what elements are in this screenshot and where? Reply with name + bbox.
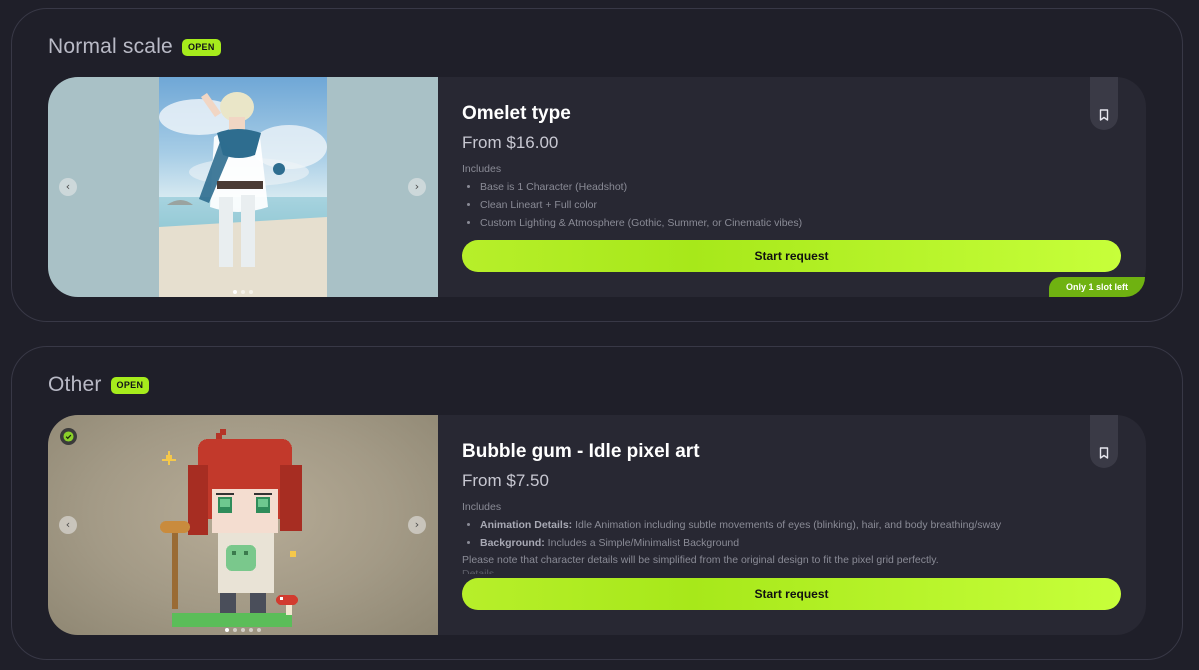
- carousel-next-button[interactable]: ›: [408, 516, 426, 534]
- image-carousel[interactable]: ‹ ›: [48, 415, 438, 635]
- list-item-label: Background:: [480, 537, 545, 549]
- artwork-image: [159, 77, 327, 297]
- commission-section-other: Other OPEN ‹ › Bubble gum - Idle pixel a…: [11, 346, 1183, 660]
- includes-label: Includes: [462, 163, 502, 175]
- carousel-dot[interactable]: [249, 628, 253, 632]
- includes-label: Includes: [462, 501, 502, 513]
- list-item: Background: Includes a Simple/Minimalist…: [480, 534, 1122, 552]
- list-item: Animation Details: Idle Animation includ…: [480, 516, 1122, 534]
- includes-list: Animation Details: Idle Animation includ…: [462, 516, 1122, 552]
- carousel-dots: [225, 628, 261, 632]
- commission-card: ‹ › Omelet type From $16.00 Includes Bas…: [48, 77, 1146, 297]
- card-details: Bubble gum - Idle pixel art From $7.50 I…: [462, 441, 1122, 574]
- list-item: Base is 1 Character (Headshot): [480, 178, 1122, 196]
- start-request-button[interactable]: Start request: [462, 578, 1121, 610]
- section-header: Other OPEN: [48, 373, 150, 397]
- carousel-dot[interactable]: [241, 290, 245, 294]
- includes-list: Base is 1 Character (Headshot) Clean Lin…: [462, 178, 1122, 232]
- commission-card: ‹ › Bubble gum - Idle pixel art From $7.…: [48, 415, 1146, 635]
- carousel-dot[interactable]: [249, 290, 253, 294]
- artwork-image: [158, 425, 328, 635]
- list-item-text: Idle Animation including subtle movement…: [572, 519, 1002, 531]
- card-price: From $7.50: [462, 471, 549, 490]
- list-item: Custom Lighting & Atmosphere (Gothic, Su…: [480, 214, 1122, 232]
- verified-check-icon: [60, 428, 77, 445]
- pixel-note: Please note that character details will …: [462, 554, 939, 566]
- section-title: Normal scale: [48, 35, 173, 58]
- carousel-dot[interactable]: [241, 628, 245, 632]
- card-details: Omelet type From $16.00 Includes Base is…: [462, 103, 1122, 232]
- carousel-dot[interactable]: [257, 628, 261, 632]
- card-title: Omelet type: [462, 103, 571, 124]
- details-truncated: Details: [462, 568, 495, 574]
- carousel-dot[interactable]: [225, 628, 229, 632]
- list-item-text: Includes a Simple/Minimalist Background: [544, 537, 740, 549]
- status-badge: OPEN: [110, 376, 150, 394]
- carousel-next-button[interactable]: ›: [408, 178, 426, 196]
- start-request-button[interactable]: Start request: [462, 240, 1121, 272]
- card-price: From $16.00: [462, 133, 559, 152]
- status-badge: OPEN: [181, 38, 221, 56]
- list-item-label: Animation Details:: [480, 519, 573, 531]
- slot-availability-badge: Only 1 slot left: [1049, 277, 1145, 297]
- carousel-dot[interactable]: [233, 290, 237, 294]
- carousel-prev-button[interactable]: ‹: [59, 516, 77, 534]
- card-title: Bubble gum - Idle pixel art: [462, 441, 700, 462]
- commission-section-normal-scale: Normal scale OPEN ‹ › Omelet type From $…: [11, 8, 1183, 322]
- section-header: Normal scale OPEN: [48, 35, 221, 59]
- carousel-dots: [233, 290, 253, 294]
- carousel-dot[interactable]: [233, 628, 237, 632]
- section-title: Other: [48, 373, 102, 396]
- list-item: Clean Lineart + Full color: [480, 196, 1122, 214]
- carousel-prev-button[interactable]: ‹: [59, 178, 77, 196]
- image-carousel[interactable]: ‹ ›: [48, 77, 438, 297]
